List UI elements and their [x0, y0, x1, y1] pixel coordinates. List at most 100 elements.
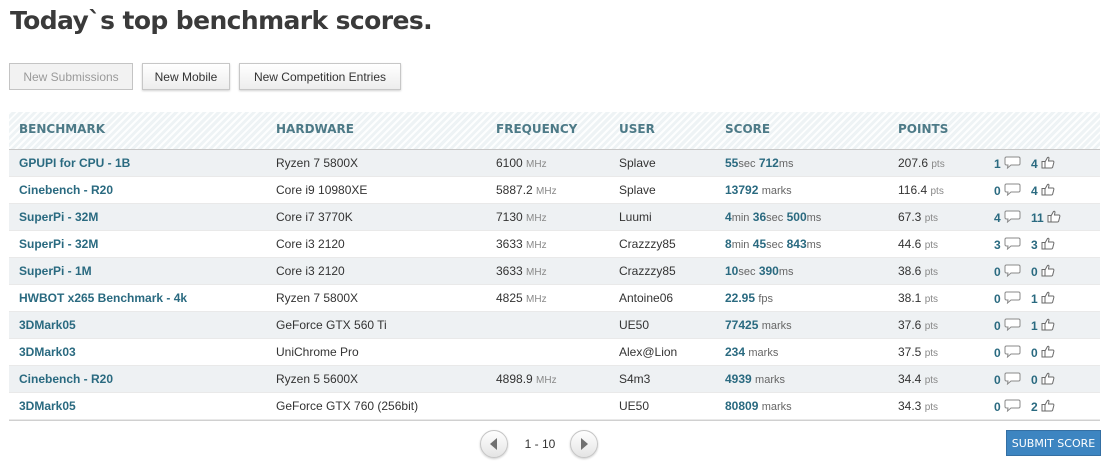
- tab-new-competition-entries[interactable]: New Competition Entries: [239, 63, 401, 90]
- points-unit: pts: [924, 402, 939, 413]
- pagination: 1 - 10: [480, 430, 600, 458]
- comments-link[interactable]: 0: [994, 291, 1021, 307]
- frequency-value: 4898.9: [496, 372, 533, 386]
- likes-link[interactable]: 4: [1031, 183, 1055, 199]
- page-range: 1 - 10: [524, 437, 556, 451]
- comments-link[interactable]: 0: [994, 399, 1021, 415]
- thumbs-up-icon: [1041, 399, 1055, 415]
- benchmark-link[interactable]: Cinebench - R20: [19, 183, 113, 197]
- thumbs-up-icon: [1041, 237, 1055, 253]
- benchmark-link[interactable]: 3DMark03: [19, 345, 76, 359]
- comments-link[interactable]: 4: [994, 210, 1021, 226]
- likes-link[interactable]: 0: [1031, 372, 1055, 388]
- benchmark-link[interactable]: SuperPi - 32M: [19, 210, 98, 224]
- comments-count: 0: [994, 373, 1001, 387]
- tab-new-submissions[interactable]: New Submissions: [9, 63, 133, 90]
- benchmark-link[interactable]: HWBOT x265 Benchmark - 4k: [19, 291, 187, 305]
- score-cell: 55sec 712ms: [725, 156, 794, 171]
- thumbs-up-icon: [1041, 372, 1055, 388]
- frequency-cell: 3633 MHz: [496, 237, 547, 253]
- likes-link[interactable]: 1: [1031, 318, 1055, 334]
- points-cell: 116.4 pts: [898, 183, 944, 199]
- likes-count: 11: [1031, 211, 1044, 225]
- likes-count: 4: [1031, 157, 1038, 171]
- likes-link[interactable]: 0: [1031, 264, 1055, 280]
- comments-link[interactable]: 0: [994, 264, 1021, 280]
- prev-page-button[interactable]: [480, 430, 508, 458]
- tab-new-mobile[interactable]: New Mobile: [142, 63, 230, 90]
- comments-link[interactable]: 0: [994, 183, 1021, 199]
- hardware-cell: Ryzen 7 5800X: [276, 291, 359, 305]
- frequency-unit: MHz: [536, 186, 557, 197]
- speech-bubble-icon: [1004, 399, 1021, 415]
- points-value: 37.6: [898, 318, 922, 332]
- frequency-unit: MHz: [526, 294, 547, 305]
- benchmark-link[interactable]: Cinebench - R20: [19, 372, 113, 386]
- speech-bubble-icon: [1004, 291, 1021, 307]
- thumbs-up-icon: [1047, 210, 1061, 226]
- points-value: 37.5: [898, 345, 922, 359]
- points-cell: 38.6 pts: [898, 264, 938, 280]
- score-value: 843: [786, 237, 807, 251]
- points-value: 34.3: [898, 399, 922, 413]
- score-value: 77425: [725, 318, 759, 332]
- chevron-right-icon: [581, 438, 588, 450]
- user-cell: Alex@Lion: [619, 345, 678, 359]
- score-value: 4939: [725, 372, 752, 386]
- benchmark-link[interactable]: SuperPi - 1M: [19, 264, 92, 278]
- benchmark-link[interactable]: 3DMark05: [19, 399, 76, 413]
- user-cell: UE50: [619, 318, 650, 332]
- score-unit: min: [731, 239, 750, 251]
- score-unit: sec: [766, 239, 784, 251]
- likes-count: 0: [1031, 265, 1038, 279]
- hardware-cell: Ryzen 5 5600X: [276, 372, 359, 386]
- hardware-cell: GeForce GTX 560 Ti: [276, 318, 387, 332]
- score-value: 8: [725, 237, 732, 251]
- header-points: POINTS: [898, 122, 949, 136]
- points-cell: 37.6 pts: [898, 318, 938, 334]
- table-row: Cinebench - R20 Ryzen 5 5600X 4898.9 MHz S4…: [9, 366, 1100, 393]
- comments-link[interactable]: 0: [994, 372, 1021, 388]
- likes-link[interactable]: 2: [1031, 399, 1055, 415]
- comments-link[interactable]: 1: [994, 156, 1021, 172]
- likes-link[interactable]: 4: [1031, 156, 1055, 172]
- benchmark-link[interactable]: SuperPi - 32M: [19, 237, 98, 251]
- score-value: 45: [752, 237, 767, 251]
- comments-link[interactable]: 0: [994, 318, 1021, 334]
- speech-bubble-icon: [1004, 345, 1021, 361]
- benchmark-link[interactable]: 3DMark05: [19, 318, 76, 332]
- comments-link[interactable]: 3: [994, 237, 1021, 253]
- frequency-unit: MHz: [526, 213, 547, 224]
- likes-link[interactable]: 0: [1031, 345, 1055, 361]
- points-cell: 37.5 pts: [898, 345, 938, 361]
- speech-bubble-icon: [1004, 183, 1021, 199]
- likes-link[interactable]: 11: [1031, 210, 1061, 226]
- next-page-button[interactable]: [570, 430, 598, 458]
- score-value: 234: [725, 345, 746, 359]
- hardware-cell: UniChrome Pro: [276, 345, 359, 359]
- user-cell: Splave: [619, 156, 656, 170]
- likes-count: 0: [1031, 346, 1038, 360]
- benchmark-link[interactable]: GPUPI for CPU - 1B: [19, 156, 130, 170]
- frequency-cell: 4825 MHz: [496, 291, 547, 307]
- thumbs-up-icon: [1041, 183, 1055, 199]
- likes-link[interactable]: 1: [1031, 291, 1055, 307]
- frequency-value: 6100: [496, 156, 523, 170]
- score-unit: ms: [806, 239, 822, 251]
- comments-count: 0: [994, 400, 1001, 414]
- comments-count: 4: [994, 211, 1001, 225]
- header-benchmark: BENCHMARK: [19, 122, 106, 136]
- score-value: 4: [725, 210, 732, 224]
- likes-link[interactable]: 3: [1031, 237, 1055, 253]
- frequency-value: 3633: [496, 264, 523, 278]
- hardware-cell: Core i3 2120: [276, 264, 345, 278]
- table-row: 3DMark05 GeForce GTX 560 Ti UE50 77425 mark…: [9, 312, 1100, 339]
- score-unit: sec: [766, 212, 784, 224]
- submit-score-button[interactable]: SUBMIT SCORE: [1006, 430, 1101, 456]
- points-cell: 67.3 pts: [898, 210, 938, 226]
- user-cell: Luumi: [619, 210, 652, 224]
- hardware-cell: Core i3 2120: [276, 237, 345, 251]
- comments-link[interactable]: 0: [994, 345, 1021, 361]
- points-value: 34.4: [898, 372, 922, 386]
- likes-count: 4: [1031, 184, 1038, 198]
